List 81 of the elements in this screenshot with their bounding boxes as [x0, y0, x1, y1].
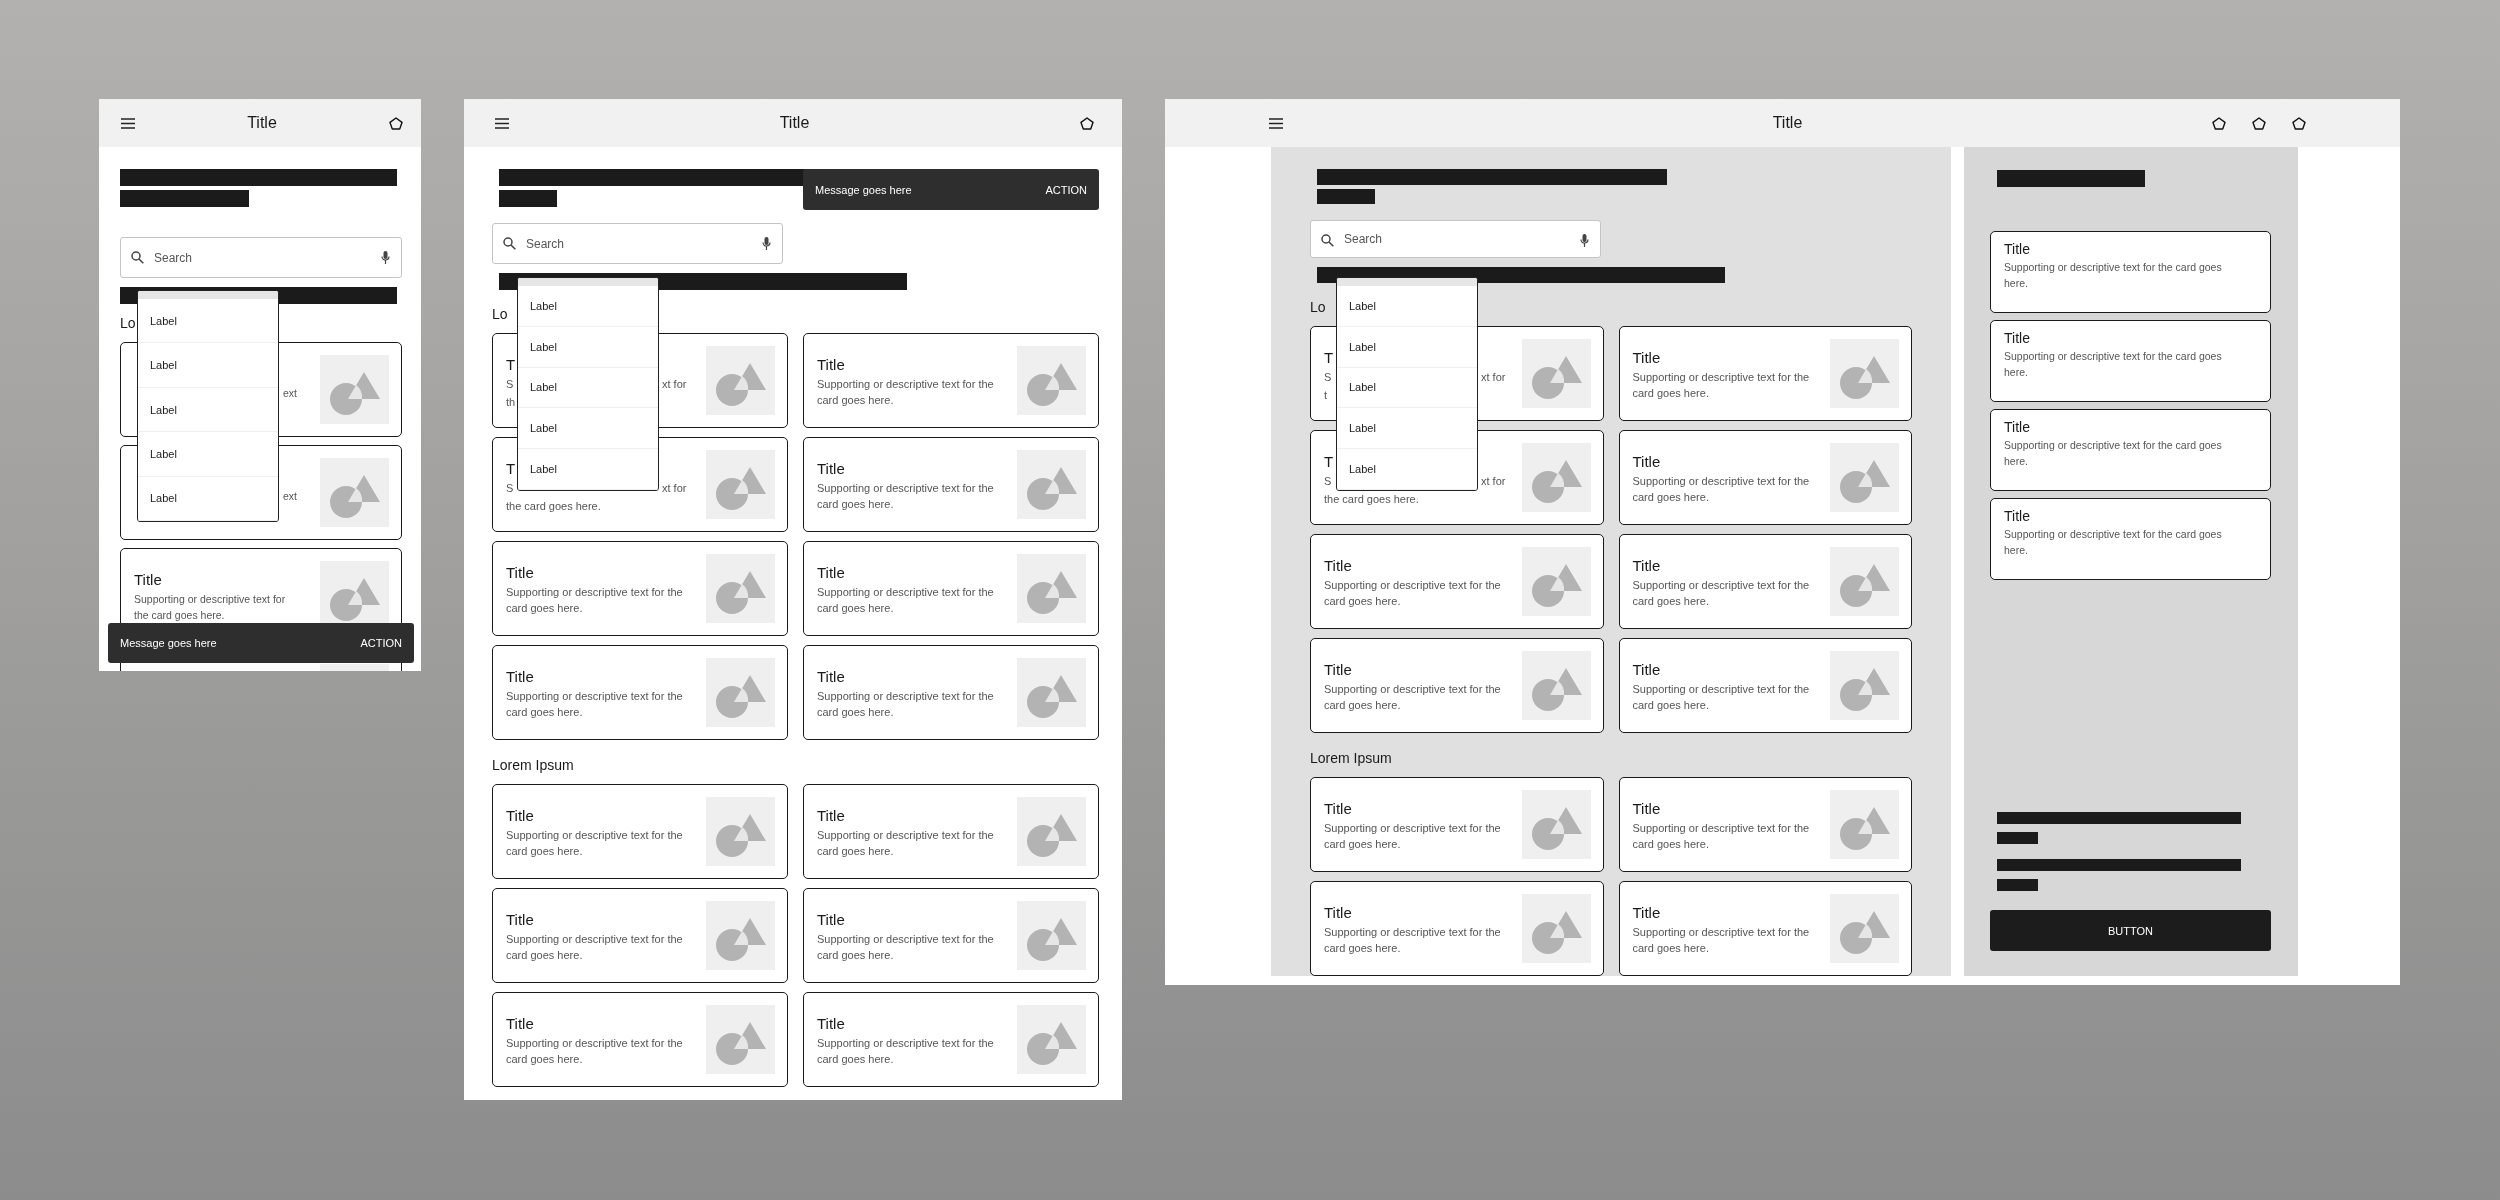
card-title: Title	[817, 356, 845, 374]
card-text: S	[1324, 474, 1333, 489]
card-title: T	[1324, 349, 1335, 367]
card-text: Supporting or descriptive text for the card goes here.	[817, 689, 995, 720]
card-title: Title	[2004, 329, 2030, 347]
card-title: Title	[817, 911, 845, 929]
section-heading: Lorem Ipsum	[1310, 749, 1392, 767]
card-text: Supporting or descriptive text for the card goes here.	[1632, 821, 1811, 852]
card-text: Supporting or descriptive text for the card goes here.	[2004, 527, 2223, 558]
card-title: Title	[817, 668, 845, 686]
screen-title: Title	[1772, 114, 1803, 132]
section-heading: Lo	[1310, 298, 1326, 316]
card-text: Supporting or descriptive text for the card goes here.	[1324, 682, 1502, 713]
card-title: Title	[1324, 557, 1352, 575]
card-text: xt for	[662, 377, 687, 392]
card-text: Supporting or descriptive text for the card goes here.	[1632, 578, 1811, 609]
card-text: Supporting or descriptive text for the card goes here.	[1324, 925, 1502, 956]
card-text: Supporting or descriptive text for the card goes here.	[1632, 370, 1811, 401]
card-text: Supporting or descriptive text for the card goes here.	[506, 828, 684, 859]
card-text: Supporting or descriptive text for the card goes here.	[1324, 578, 1502, 609]
card-title: Title	[1632, 661, 1661, 679]
card-text: Supporting or descriptive text for the card goes here.	[1324, 821, 1502, 852]
card-title: Title	[817, 807, 845, 825]
card-title: Title	[1632, 349, 1661, 367]
card-text: Supporting or descriptive text for the card goes here.	[2004, 438, 2223, 469]
card-text: Supporting or descriptive text for the card goes here.	[817, 1036, 995, 1067]
card-text: Supporting or descriptive text for the card goes here.	[506, 689, 684, 720]
card-title: T	[1324, 453, 1335, 471]
card-title: T	[506, 460, 516, 478]
card-text: Supporting or descriptive text for the card goes here.	[134, 592, 287, 623]
card-text: S	[506, 377, 515, 392]
card-text: xt for	[662, 481, 687, 496]
card-title: Title	[506, 1015, 534, 1033]
card-text: the card goes here.	[506, 500, 601, 512]
card-title: Title	[817, 564, 845, 582]
card-text: the card goes here.	[1324, 493, 1419, 505]
card-text: Supporting or descriptive text for the card goes here.	[2004, 349, 2223, 380]
card-title: Title	[506, 911, 534, 929]
section-heading: Lorem Ipsum	[492, 756, 574, 774]
card-title: Title	[817, 1015, 845, 1033]
card-text: Supporting or descriptive text for the card goes here.	[506, 932, 684, 963]
card-title: Title	[1324, 800, 1352, 818]
card-title: Title	[817, 460, 845, 478]
card-title: Title	[1632, 453, 1661, 471]
card-text: th	[506, 396, 516, 408]
section-heading: Lo	[120, 314, 136, 332]
card-text: xt for	[1481, 474, 1506, 489]
card-title: Title	[2004, 240, 2030, 258]
card-title: T	[506, 356, 516, 374]
card-text: S	[506, 481, 515, 496]
card-title: Title	[506, 668, 534, 686]
card-text: Supporting or descriptive text for the card goes here.	[506, 1036, 684, 1067]
card-title: Title	[506, 564, 534, 582]
section-heading: Lo	[492, 305, 508, 323]
card-title: Title	[1324, 661, 1352, 679]
card-text: ext	[283, 489, 297, 504]
card-text: Supporting or descriptive text for the card goes here.	[1632, 925, 1811, 956]
card-title: Title	[2004, 507, 2030, 525]
card-text: Supporting or descriptive text for the card goes here.	[817, 377, 995, 408]
card-title: Title	[1632, 904, 1661, 922]
card-text: Supporting or descriptive text for the card goes here.	[817, 932, 995, 963]
card-title: Title	[1632, 800, 1661, 818]
card-title: Title	[1324, 904, 1352, 922]
card-title: Title	[2004, 418, 2030, 436]
card-text: Supporting or descriptive text for the card goes here.	[817, 481, 995, 512]
card-text: Supporting or descriptive text for the card goes here.	[817, 585, 995, 616]
screen-title: Title	[247, 114, 277, 132]
card-title: Title	[506, 807, 534, 825]
card-text: Supporting or descriptive text for the card goes here.	[817, 828, 995, 859]
snackbar-message: Message goes here	[815, 183, 912, 196]
card-text: S	[1324, 370, 1333, 385]
card-text: Supporting or descriptive text for the card goes here.	[2004, 260, 2223, 291]
card-text: Supporting or descriptive text for the card goes here.	[1632, 682, 1811, 713]
card-text: Supporting or descriptive text for the card goes here.	[1632, 474, 1811, 505]
screen-title: Title	[779, 114, 810, 132]
card-text: ext	[283, 386, 297, 401]
card-title: Title	[1632, 557, 1661, 575]
card-text: t	[1324, 389, 1328, 401]
card-title: Title	[134, 571, 162, 589]
card-text: Supporting or descriptive text for the card goes here.	[506, 585, 684, 616]
card-text: xt for	[1481, 370, 1506, 385]
